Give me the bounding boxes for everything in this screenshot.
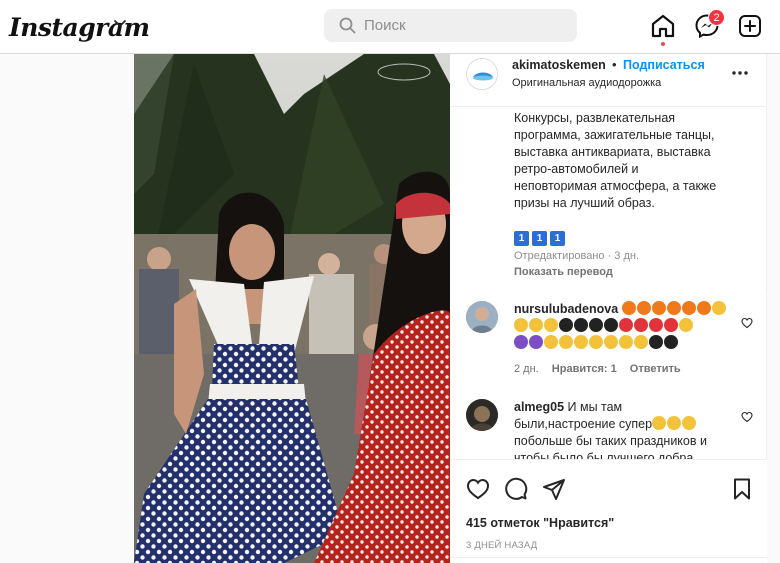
bookmark-icon[interactable] xyxy=(730,477,754,501)
comment-emoji-fire xyxy=(621,301,727,316)
new-post-icon[interactable] xyxy=(737,13,763,39)
comment-username[interactable]: almeg05 xyxy=(514,400,564,414)
caption-line: ретро-автомобилей и xyxy=(514,162,639,176)
edited-timestamp: Отредактировано · 3 дн. xyxy=(514,250,640,262)
author-username[interactable]: akimatoskemen xyxy=(512,58,606,72)
keycap-one-emoji: 1 xyxy=(550,231,565,246)
comment-emoji-hands xyxy=(652,416,697,431)
audio-track-link[interactable]: Оригинальная аудиодорожка xyxy=(512,77,661,89)
comment-time: 2 дн. xyxy=(514,363,539,375)
keycap-one-emoji: 1 xyxy=(514,231,529,246)
keycap-one-emoji: 1 xyxy=(532,231,547,246)
comments-list[interactable]: nursulubadenova 2 дн. Нравится: 1 Ответи… xyxy=(450,294,767,459)
comment-text: almeg05 И мы там были,настроение супер п… xyxy=(514,399,736,459)
avatar-photo xyxy=(466,301,498,333)
comment-text: nursulubadenova xyxy=(514,301,736,352)
keycap-emoji-row: 111 xyxy=(514,228,568,246)
search-icon xyxy=(339,17,356,34)
comment-like-icon[interactable] xyxy=(741,411,753,423)
search-bar[interactable] xyxy=(324,9,577,42)
caption-line: неповторимая атмосфера, а также xyxy=(514,179,717,193)
post-side-panel: akimatoskemen • Подписаться Оригинальная… xyxy=(450,54,767,563)
author-avatar[interactable] xyxy=(466,58,498,90)
comment-line: чтобы было бы лучшего добра xyxy=(514,451,694,459)
commenter-avatar[interactable] xyxy=(466,399,498,431)
search-input[interactable] xyxy=(364,9,564,42)
comment-bubble-icon[interactable] xyxy=(504,477,528,501)
author-logo-icon xyxy=(467,59,497,89)
follow-button[interactable]: Подписаться xyxy=(623,58,705,72)
comment-username[interactable]: nursulubadenova xyxy=(514,302,618,316)
more-options-icon[interactable] xyxy=(731,69,749,77)
share-paper-plane-icon[interactable] xyxy=(542,477,566,501)
comment-line: побольше бы таких праздников и xyxy=(514,434,707,448)
caption-line: программа, зажигательные танцы, xyxy=(514,128,715,142)
comment-likes-count[interactable]: Нравится: 1 xyxy=(552,363,617,375)
avatar-photo xyxy=(466,399,498,431)
post-actions-bar: 415 отметок "Нравится" 3 ДНЕЙ НАЗАД xyxy=(450,459,767,563)
caption-line: выставка антиквариата, выставка xyxy=(514,145,711,159)
post-header: akimatoskemen • Подписаться Оригинальная… xyxy=(450,54,767,107)
comment-emoji-hearts xyxy=(514,318,694,333)
post-caption: Конкурсы, развлекательная программа, заж… xyxy=(514,110,754,212)
likes-count[interactable]: 415 отметок "Нравится" xyxy=(466,516,614,530)
top-navigation: Instagram 2 xyxy=(0,0,780,54)
post-video[interactable] xyxy=(134,54,450,563)
post-video-frame xyxy=(134,54,450,563)
home-icon[interactable] xyxy=(650,13,676,39)
comment-line: были,настроение супер xyxy=(514,417,653,431)
comment-meta: 2 дн. Нравится: 1 Ответить xyxy=(514,363,691,375)
chevron-down-icon[interactable] xyxy=(113,17,127,31)
reply-button[interactable]: Ответить xyxy=(630,363,681,375)
separator-dot: • xyxy=(612,57,617,72)
divider xyxy=(450,557,767,558)
like-heart-icon[interactable] xyxy=(466,477,490,501)
show-translation-link[interactable]: Показать перевод xyxy=(514,266,613,278)
caption-line: призы на лучший образ. xyxy=(514,196,655,210)
instagram-logo[interactable]: Instagram xyxy=(9,13,150,42)
comment-line: И мы там xyxy=(567,400,623,414)
notification-badge: 2 xyxy=(708,9,725,26)
commenter-avatar[interactable] xyxy=(466,301,498,333)
active-indicator-dot xyxy=(661,42,665,46)
post-date[interactable]: 3 ДНЕЙ НАЗАД xyxy=(466,540,537,551)
comment-emoji-music xyxy=(514,335,679,350)
comment-like-icon[interactable] xyxy=(741,317,753,329)
caption-line: Конкурсы, развлекательная xyxy=(514,111,676,125)
